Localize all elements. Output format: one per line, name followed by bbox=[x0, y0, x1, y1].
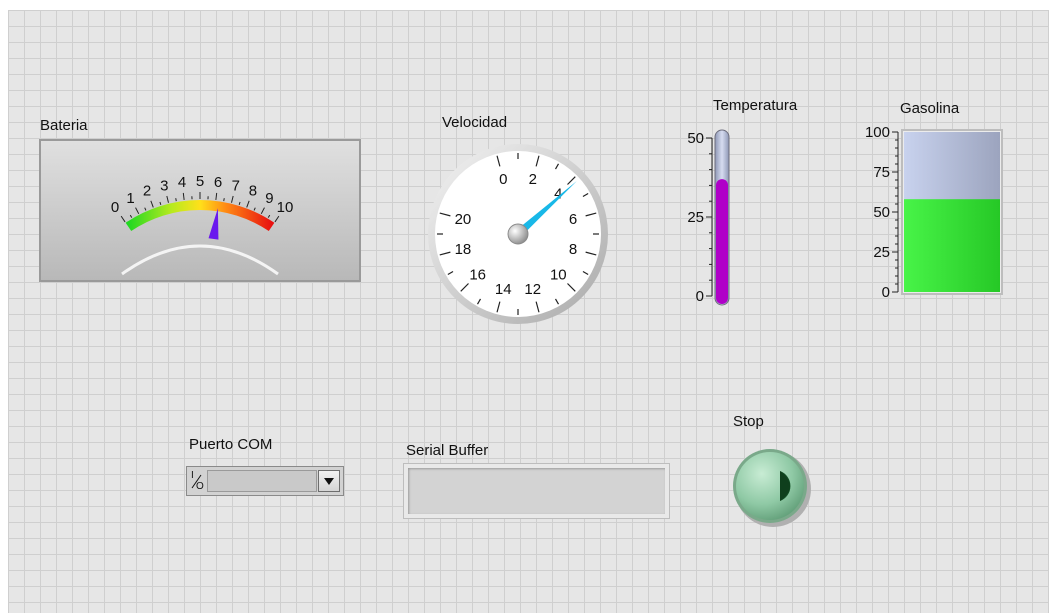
temperatura-tick-label: 50 bbox=[687, 130, 704, 147]
bateria-tick-label: 6 bbox=[214, 174, 222, 191]
temperatura-fill bbox=[716, 179, 728, 304]
velocidad-tick-label: 16 bbox=[469, 266, 486, 283]
bateria-tick-label: 7 bbox=[232, 177, 240, 194]
velocidad-tick-label: 10 bbox=[550, 266, 567, 283]
velocidad-tick-label: 18 bbox=[455, 241, 472, 258]
velocidad-label: Velocidad bbox=[442, 114, 508, 131]
bateria-tick bbox=[175, 198, 177, 202]
velocidad-tick-label: 6 bbox=[569, 211, 577, 228]
bateria-tick-label: 0 bbox=[111, 199, 119, 216]
velocidad-tick-label: 2 bbox=[529, 171, 537, 188]
stop-button[interactable] bbox=[726, 446, 816, 534]
gasolina-label: Gasolina bbox=[900, 100, 960, 117]
bateria-bezel bbox=[39, 139, 361, 282]
svg-text:O: O bbox=[196, 481, 204, 491]
bateria-label: Bateria bbox=[40, 117, 88, 134]
serial-buffer-label: Serial Buffer bbox=[406, 442, 489, 459]
svg-text:I: I bbox=[191, 470, 194, 481]
gasolina-tick-label: 75 bbox=[873, 164, 890, 181]
velocidad-tick-label: 12 bbox=[524, 281, 541, 298]
chevron-down-icon bbox=[324, 478, 334, 485]
stop-label: Stop bbox=[733, 413, 764, 430]
velocidad-gauge: 0 2468101214161820 bbox=[428, 144, 608, 324]
bateria-meter: 01 2 3 4 5 6 7 8 910 bbox=[39, 139, 361, 282]
temperatura-tick-label: 25 bbox=[687, 209, 704, 226]
bateria-tick-label: 10 bbox=[277, 199, 294, 216]
velocidad-hub bbox=[507, 223, 529, 245]
puerto-com-label: Puerto COM bbox=[189, 436, 273, 453]
puerto-com-selector[interactable]: I O bbox=[186, 466, 344, 496]
velocidad-tick-label: 14 bbox=[495, 281, 512, 298]
gasolina-tick-label: 25 bbox=[873, 244, 890, 261]
temperatura-label: Temperatura bbox=[713, 97, 798, 114]
gasolina-scale bbox=[892, 131, 899, 293]
bateria-tick-label: 2 bbox=[143, 183, 151, 200]
gasolina-tick-label: 50 bbox=[873, 204, 890, 221]
velocidad-tick-label: 8 bbox=[569, 241, 577, 258]
gasolina-tick-label: 100 bbox=[865, 124, 890, 141]
bateria-tick-label: 5 bbox=[196, 173, 204, 190]
gasolina-tank: 100 75 50 25 0 bbox=[865, 124, 1003, 301]
dropdown-arrow-button[interactable] bbox=[318, 470, 340, 492]
io-icon: I O bbox=[189, 469, 205, 493]
velocidad-tick-label: 20 bbox=[455, 211, 472, 228]
velocidad-tick-label: 0 bbox=[499, 171, 507, 188]
bateria-tick-label: 4 bbox=[178, 174, 186, 191]
bateria-tick-label: 9 bbox=[265, 190, 273, 207]
stop-face bbox=[736, 452, 804, 520]
gasolina-tick-label: 0 bbox=[882, 284, 890, 301]
bateria-tick-label: 1 bbox=[126, 190, 134, 207]
temperatura-tick-label: 0 bbox=[696, 288, 704, 305]
temperatura-scale bbox=[706, 137, 713, 297]
bateria-tick-label: 3 bbox=[160, 177, 168, 194]
gasolina-fill bbox=[904, 199, 1000, 292]
puerto-com-value[interactable] bbox=[207, 470, 317, 492]
serial-buffer-field[interactable] bbox=[403, 463, 670, 519]
temperatura-thermometer: 50 25 0 bbox=[687, 129, 730, 306]
bateria-tick-label: 8 bbox=[249, 183, 257, 200]
bateria-tick bbox=[223, 198, 225, 202]
